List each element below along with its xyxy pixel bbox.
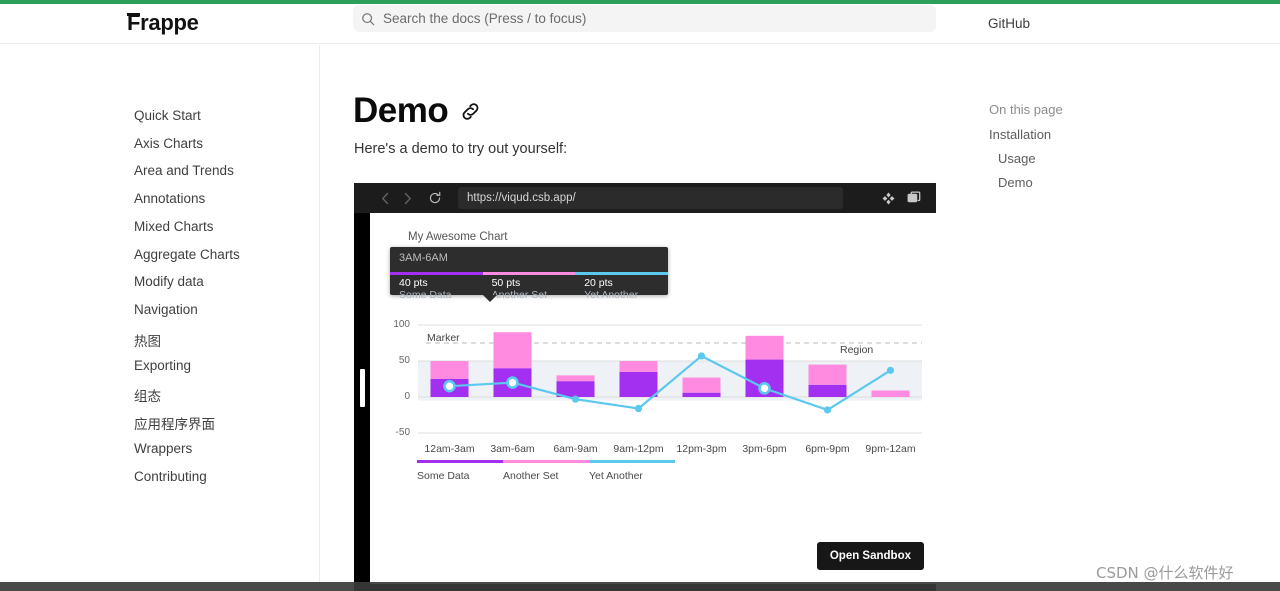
bar-some-data bbox=[808, 384, 847, 397]
y-tick-label: 0 bbox=[404, 391, 410, 402]
search-box[interactable] bbox=[353, 5, 936, 32]
marker-annotation-label: Marker bbox=[427, 332, 460, 344]
tooltip-strip-seg-3 bbox=[575, 272, 669, 275]
chevron-right-icon[interactable] bbox=[396, 183, 418, 213]
tooltip-entry-value: 40 pts bbox=[399, 277, 428, 289]
page-title-text: Demo bbox=[353, 91, 449, 130]
legend-swatch bbox=[417, 460, 503, 463]
line-point bbox=[634, 404, 643, 413]
url-text: https://viqud.csb.app/ bbox=[467, 192, 576, 204]
sidebar-item-11[interactable]: 组态 bbox=[134, 385, 161, 405]
legend-label: Another Set bbox=[503, 469, 559, 482]
link-icon[interactable] bbox=[458, 93, 483, 133]
tooltip-entry-1: 40 pts Some Data bbox=[390, 277, 483, 302]
sidebar-nav: Quick Start Axis Charts Area and Trends Ann… bbox=[0, 45, 320, 591]
browser-chrome: https://viqud.csb.app/ bbox=[354, 183, 936, 213]
sidebar-item-14[interactable]: Contributing bbox=[134, 469, 207, 484]
chevron-left-icon[interactable] bbox=[374, 183, 396, 213]
sidebar-item-3[interactable]: Area and Trends bbox=[134, 163, 234, 178]
reload-icon[interactable] bbox=[424, 183, 446, 213]
tooltip-entry-label: Some Data bbox=[399, 289, 452, 301]
sidebar-item-5[interactable]: Mixed Charts bbox=[134, 219, 214, 234]
bar-some-data bbox=[619, 371, 658, 397]
toc-heading: On this page bbox=[989, 102, 1063, 117]
x-tick-label: 9pm-12am bbox=[865, 443, 916, 455]
line-point bbox=[697, 352, 706, 360]
line-point bbox=[886, 366, 895, 374]
sidebar-item-9[interactable]: 热图 bbox=[134, 330, 161, 350]
url-field[interactable]: https://viqud.csb.app/ bbox=[458, 187, 843, 209]
bottom-strip bbox=[0, 582, 1280, 591]
tooltip-values: 40 pts Some Data 50 pts Another Set 20 pts Ye… bbox=[390, 277, 668, 302]
sidebar-item-4[interactable]: Annotations bbox=[134, 191, 205, 206]
line-point bbox=[823, 406, 832, 414]
bar-another-set bbox=[430, 361, 469, 379]
bar-another-set bbox=[493, 332, 532, 369]
search-input[interactable] bbox=[383, 5, 936, 32]
tooltip-strip-seg-1 bbox=[390, 272, 483, 275]
region-annotation-label: Region bbox=[840, 344, 874, 356]
bar-another-set bbox=[682, 377, 721, 393]
line-point bbox=[571, 395, 580, 403]
sandbox-embed: https://viqud.csb.app/ My Awesome Chart bbox=[354, 183, 936, 591]
resize-handle[interactable] bbox=[354, 363, 370, 413]
bar-some-data bbox=[682, 392, 721, 397]
line-point bbox=[758, 382, 771, 395]
sidebar-item-10[interactable]: Exporting bbox=[134, 358, 191, 373]
site-header: Frappe GitHub bbox=[0, 4, 1280, 44]
github-link[interactable]: GitHub bbox=[988, 16, 1030, 31]
sidebar-item-12[interactable]: 应用程序界面 bbox=[134, 413, 215, 433]
search-icon bbox=[353, 12, 383, 26]
sidebar-item-1[interactable]: Quick Start bbox=[134, 108, 201, 123]
watermark: CSDN @什么软件好 bbox=[1096, 564, 1234, 582]
toc-item-1[interactable]: Installation bbox=[989, 127, 1051, 142]
chart-legend: Some Data Another Set Yet Another bbox=[417, 460, 675, 482]
sidebar-item-8[interactable]: Navigation bbox=[134, 302, 198, 317]
y-tick-label: -50 bbox=[395, 427, 410, 438]
sidebar-item-2[interactable]: Axis Charts bbox=[134, 136, 203, 151]
toc-item-2[interactable]: Usage bbox=[998, 151, 1036, 166]
y-tick-label: 100 bbox=[393, 319, 410, 330]
sidebar-item-13[interactable]: Wrappers bbox=[134, 441, 192, 456]
line-point bbox=[506, 376, 519, 389]
legend-swatch bbox=[503, 460, 589, 463]
sidebar-item-7[interactable]: Modify data bbox=[134, 274, 204, 289]
tooltip-entry-value: 20 pts bbox=[584, 277, 613, 289]
tooltip-arrow bbox=[483, 295, 497, 302]
tooltip-entry-value: 50 pts bbox=[491, 277, 521, 289]
legend-item-3[interactable]: Yet Another bbox=[589, 460, 675, 482]
bar-another-set bbox=[619, 361, 658, 372]
tooltip-entry-3: 20 pts Yet Another bbox=[575, 277, 668, 302]
bar-another-set bbox=[556, 375, 595, 382]
legend-item-2[interactable]: Another Set bbox=[503, 460, 589, 482]
brand-logo-text: Frappe bbox=[127, 10, 199, 35]
tooltip-entry-label: Another Set bbox=[491, 289, 548, 301]
page-title: Demo bbox=[353, 89, 483, 133]
sidebar-item-6[interactable]: Aggregate Charts bbox=[134, 247, 240, 262]
tooltip-entry-label: Yet Another bbox=[584, 289, 639, 301]
chart-tooltip: 3AM-6AM 40 pts Some Data 50 pts Another Set… bbox=[390, 247, 669, 301]
legend-label: Yet Another bbox=[589, 469, 643, 482]
windows-icon[interactable] bbox=[901, 183, 927, 213]
y-tick-label: 50 bbox=[398, 355, 410, 366]
sandbox-viewport: My Awesome Chart Marker Region 3AM-6AM 4… bbox=[370, 213, 936, 584]
legend-swatch bbox=[589, 460, 675, 463]
bar-another-set bbox=[808, 364, 847, 385]
toc-item-3[interactable]: Demo bbox=[998, 175, 1033, 190]
tooltip-color-strip bbox=[390, 272, 669, 275]
legend-item-1[interactable]: Some Data bbox=[417, 460, 503, 482]
tooltip-header: 3AM-6AM bbox=[399, 252, 448, 264]
legend-label: Some Data bbox=[417, 469, 470, 482]
bar-another-set bbox=[871, 390, 910, 397]
tooltip-strip-seg-2 bbox=[482, 272, 576, 275]
intro-text: Here's a demo to try out yourself: bbox=[354, 141, 568, 157]
diamond-icon[interactable] bbox=[875, 183, 901, 213]
line-point bbox=[443, 379, 456, 393]
brand-logo[interactable]: Frappe bbox=[127, 10, 199, 36]
open-sandbox-button[interactable]: Open Sandbox bbox=[816, 542, 924, 570]
bar-another-set bbox=[745, 335, 784, 360]
